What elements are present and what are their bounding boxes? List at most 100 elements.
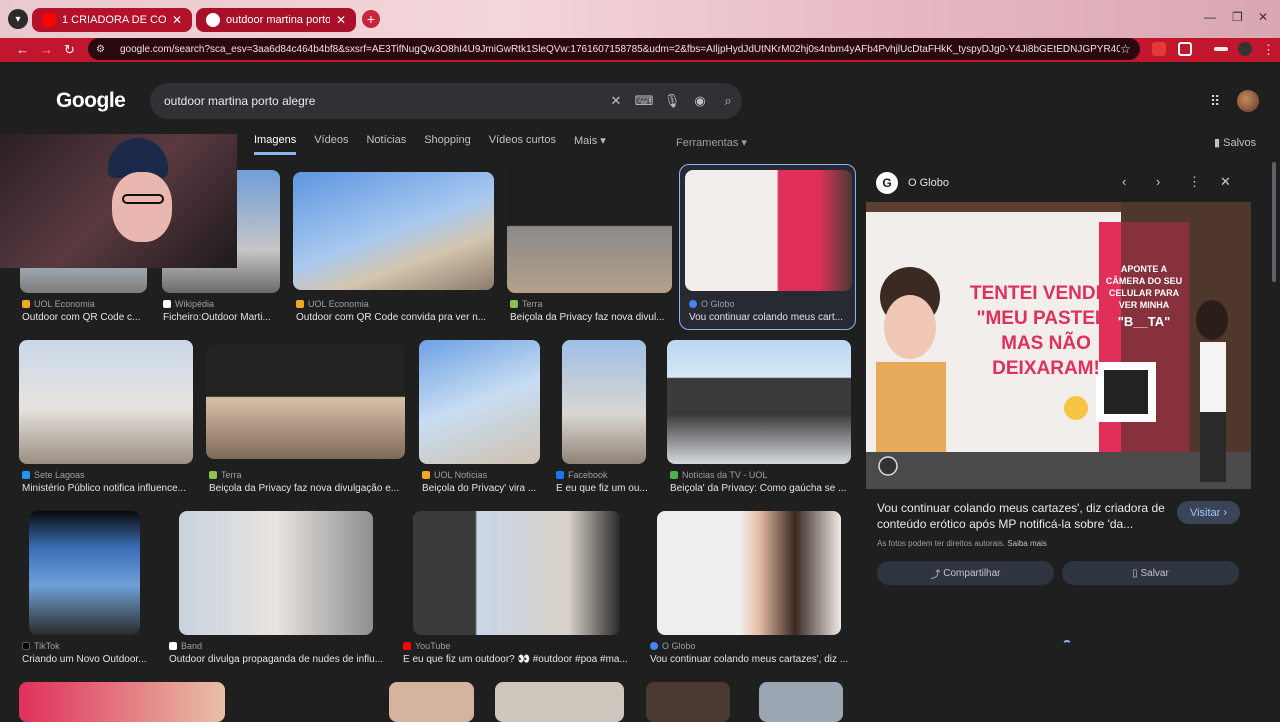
browser-tab-1[interactable]: 1 CRIADORA DE CONTEÚDO A ✕ (32, 8, 192, 32)
result-thumbnail[interactable] (685, 170, 852, 291)
result-caption[interactable]: Beiçola' da Privacy: Como gaúcha se ... (670, 483, 850, 494)
site-info-icon[interactable]: ⚙ (96, 44, 110, 55)
bookmark-star-icon[interactable]: ☆ (1120, 42, 1140, 56)
copyright-notice: As fotos podem ter direitos autorais. Sa… (877, 539, 1047, 548)
result-caption[interactable]: Outdoor divulga propaganda de nudes de i… (169, 654, 385, 665)
reload-icon[interactable]: ↻ (64, 42, 75, 58)
profile-icon[interactable] (1238, 42, 1252, 56)
terra-icon (209, 471, 217, 479)
result-thumbnail[interactable] (413, 511, 620, 635)
tools-button[interactable]: Ferramentas ▾ (676, 136, 747, 149)
extensions-icon[interactable] (1178, 42, 1192, 56)
result-thumbnail[interactable] (239, 682, 367, 722)
previous-icon[interactable]: ‹ (1122, 174, 1126, 189)
account-avatar[interactable] (1237, 90, 1259, 112)
source-label: Facebook (568, 470, 608, 480)
result-source: UOL Economia (296, 299, 369, 309)
search-input[interactable]: outdoor martina porto alegre (164, 94, 602, 108)
close-tab-icon[interactable]: ✕ (172, 13, 182, 27)
oglobo-logo-icon: G (876, 172, 898, 194)
media-icon[interactable] (1214, 47, 1228, 51)
save-button[interactable]: ▯ Salvar (1062, 561, 1239, 585)
restore-icon[interactable]: ❐ (1232, 10, 1243, 24)
result-thumbnail[interactable] (667, 340, 851, 464)
lens-icon[interactable]: ◉ (686, 93, 714, 109)
result-caption[interactable]: Outdoor com QR Code c... (22, 312, 142, 323)
result-thumbnail[interactable] (293, 172, 494, 290)
result-thumbnail[interactable] (206, 345, 405, 459)
result-thumbnail[interactable] (29, 511, 140, 635)
learn-more-link[interactable]: Saiba mais (1007, 539, 1047, 548)
glasses (122, 194, 164, 204)
result-source: TikTok (22, 641, 60, 651)
result-caption[interactable]: Vou continuar colando meus cart... (689, 312, 847, 323)
preview-title[interactable]: Vou continuar colando meus cartazes', di… (877, 500, 1167, 532)
wikipedia-icon (163, 300, 171, 308)
preview-image[interactable]: TENTEI VENDER "MEU PASTEL" MAS NÃO DEIXA… (866, 202, 1251, 489)
result-thumbnail[interactable] (562, 340, 646, 464)
result-thumbnail[interactable] (646, 682, 730, 722)
tab-search-button[interactable]: ▾ (8, 9, 28, 29)
result-thumbnail[interactable] (19, 340, 193, 464)
saved-button[interactable]: ▮ Salvos (1214, 136, 1256, 149)
visit-button[interactable]: Visitar › (1177, 501, 1240, 524)
result-caption[interactable]: Criando um Novo Outdoor... (22, 654, 152, 665)
result-caption[interactable]: E eu que fiz um outdoor? 👀 #outdoor #poa… (403, 654, 633, 665)
search-icon[interactable]: ⌕ (714, 93, 742, 109)
keyboard-icon[interactable]: ⌨ (630, 93, 658, 109)
result-thumbnail[interactable] (179, 511, 373, 635)
next-icon[interactable]: › (1156, 174, 1160, 189)
result-thumbnail[interactable] (389, 682, 474, 722)
search-box[interactable]: outdoor martina porto alegre ✕ ⌨ 🎙 ◉ ⌕ (150, 83, 742, 119)
close-tab-icon[interactable]: ✕ (336, 13, 346, 27)
browser-tab-2[interactable]: outdoor martina porto alegre ✕ (196, 8, 356, 32)
result-thumbnail[interactable] (507, 170, 672, 293)
result-thumbnail[interactable] (759, 682, 843, 722)
source-label: Wikipédia (175, 299, 215, 309)
result-thumbnail[interactable] (657, 511, 841, 635)
minimize-icon[interactable]: — (1204, 10, 1216, 24)
forward-icon[interactable]: → (40, 42, 53, 57)
source-label: TikTok (34, 641, 60, 651)
tab-short-videos[interactable]: Vídeos curtos (489, 134, 556, 155)
share-button[interactable]: ⤴ Compartilhar (877, 561, 1054, 585)
close-panel-icon[interactable]: ✕ (1220, 174, 1231, 190)
result-caption[interactable]: E eu que fiz um ou... (556, 483, 652, 494)
result-caption[interactable]: Ministério Público notifica influence... (22, 483, 192, 494)
clear-icon[interactable]: ✕ (602, 93, 630, 109)
google-logo[interactable]: Google (56, 89, 126, 113)
result-caption[interactable]: Outdoor com QR Code convida pra ver n... (296, 312, 490, 323)
browser-menu-icon[interactable]: ⋮ (1262, 42, 1275, 58)
panel-source[interactable]: G O Globo (876, 172, 949, 194)
scrollbar[interactable] (1272, 162, 1276, 282)
panel-source-label: O Globo (908, 177, 949, 189)
result-thumbnail[interactable] (495, 682, 624, 722)
terra-icon (510, 300, 518, 308)
tab-more[interactable]: Mais ▾ (574, 134, 606, 155)
tab-news[interactable]: Notícias (366, 134, 406, 155)
billboard-line: TENTEI VENDER (970, 283, 1122, 304)
microphone-icon[interactable]: 🎙 (658, 93, 686, 109)
result-thumbnail[interactable] (419, 340, 540, 464)
result-caption[interactable]: Beiçola do Privacy' vira ... (422, 483, 540, 494)
share-icon: ⤴ (930, 569, 941, 581)
result-caption[interactable]: Beiçola da Privacy faz nova divulgação e… (209, 483, 403, 494)
google-apps-icon[interactable]: ⠿ (1210, 93, 1220, 110)
billboard-side-line: APONTE A (1121, 264, 1168, 274)
back-icon[interactable]: ← (16, 42, 29, 57)
tab-videos[interactable]: Vídeos (314, 134, 348, 155)
result-thumbnail[interactable] (19, 682, 225, 722)
address-bar[interactable]: ⚙ google.com/search?sca_esv=3aa6d84c464b… (88, 38, 1140, 60)
billboard-side-line: VER MINHA (1119, 300, 1170, 310)
new-tab-button[interactable]: + (362, 10, 380, 28)
result-caption[interactable]: Ficheiro:Outdoor Marti... (163, 312, 275, 323)
tab-shopping[interactable]: Shopping (424, 134, 471, 155)
result-caption[interactable]: Vou continuar colando meus cartazes', di… (650, 654, 850, 665)
more-options-icon[interactable]: ⋮ (1188, 174, 1201, 190)
url-text: google.com/search?sca_esv=3aa6d84c464b4b… (120, 43, 1120, 55)
close-window-icon[interactable]: ✕ (1258, 10, 1268, 24)
setelagoas-icon (22, 471, 30, 479)
tab-images[interactable]: Imagens (254, 134, 297, 155)
result-caption[interactable]: Beiçola da Privacy faz nova divul... (510, 312, 670, 323)
adblock-icon[interactable] (1152, 42, 1166, 56)
